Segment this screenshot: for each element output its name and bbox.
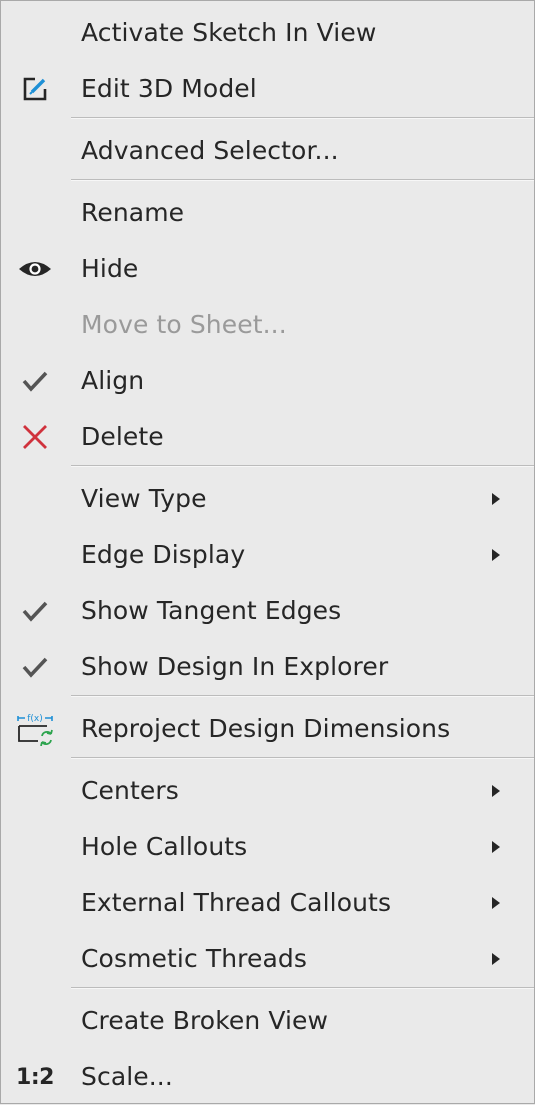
menu-item-delete[interactable]: Delete (1, 409, 534, 465)
menu-item-label: Show Design In Explorer (81, 652, 389, 681)
reproject-dimensions-icon: f(x) (13, 701, 57, 757)
menu-item-view-type[interactable]: View Type (1, 471, 534, 527)
menu-item-show-design-in-explorer[interactable]: Show Design In Explorer (1, 639, 534, 695)
checkmark-icon (13, 639, 57, 695)
submenu-arrow-icon (492, 785, 500, 797)
checkmark-icon (13, 583, 57, 639)
scale-ratio-text: 1:2 (16, 1064, 54, 1090)
menu-item-centers[interactable]: Centers (1, 763, 534, 819)
menu-item-show-tangent-edges[interactable]: Show Tangent Edges (1, 583, 534, 639)
edit-icon (13, 61, 57, 117)
menu-item-label: Edge Display (81, 540, 246, 569)
menu-item-label: Centers (81, 776, 179, 805)
menu-item-hide[interactable]: Hide (1, 241, 534, 297)
eye-icon (13, 241, 57, 297)
menu-item-label: Move to Sheet... (81, 310, 287, 339)
menu-item-edit-3d-model[interactable]: Edit 3D Model (1, 61, 534, 117)
menu-item-label: Rename (81, 198, 185, 227)
menu-item-label: Edit 3D Model (81, 74, 257, 103)
menu-item-activate-sketch-in-view[interactable]: Activate Sketch In View (1, 5, 534, 61)
submenu-arrow-icon (492, 549, 500, 561)
menu-separator (71, 465, 534, 467)
menu-item-label: View Type (81, 484, 207, 513)
menu-separator (71, 695, 534, 697)
menu-item-label: External Thread Callouts (81, 888, 392, 917)
menu-item-label: Create Broken View (81, 1006, 329, 1035)
fx-label: f(x) (27, 714, 43, 724)
menu-item-cosmetic-threads[interactable]: Cosmetic Threads (1, 931, 534, 987)
menu-item-label: Reproject Design Dimensions (81, 714, 451, 743)
menu-separator (71, 757, 534, 759)
submenu-arrow-icon (492, 493, 500, 505)
menu-item-label: Scale... (81, 1062, 173, 1091)
menu-item-hole-callouts[interactable]: Hole Callouts (1, 819, 534, 875)
menu-item-label: Align (81, 366, 145, 395)
menu-separator (71, 179, 534, 181)
submenu-arrow-icon (492, 897, 500, 909)
submenu-arrow-icon (492, 953, 500, 965)
menu-item-rename[interactable]: Rename (1, 185, 534, 241)
menu-separator (71, 987, 534, 989)
scale-icon: 1:2 (13, 1049, 57, 1105)
menu-item-label: Delete (81, 422, 164, 451)
menu-item-reproject-design-dimensions[interactable]: f(x) Reproject Design Dimensions (1, 701, 534, 757)
menu-item-label: Activate Sketch In View (81, 18, 377, 47)
x-icon (13, 409, 57, 465)
checkmark-icon (13, 353, 57, 409)
menu-item-label: Advanced Selector... (81, 136, 339, 165)
menu-item-create-broken-view[interactable]: Create Broken View (1, 993, 534, 1049)
menu-separator (71, 117, 534, 119)
context-menu: Activate Sketch In View Edit 3D Model Ad… (0, 0, 535, 1104)
menu-item-label: Hole Callouts (81, 832, 248, 861)
menu-item-label: Cosmetic Threads (81, 944, 307, 973)
menu-item-label: Show Tangent Edges (81, 596, 342, 625)
submenu-arrow-icon (492, 841, 500, 853)
menu-item-advanced-selector[interactable]: Advanced Selector... (1, 123, 534, 179)
menu-item-scale[interactable]: 1:2 Scale... (1, 1049, 534, 1105)
menu-item-align[interactable]: Align (1, 353, 534, 409)
menu-item-external-thread-callouts[interactable]: External Thread Callouts (1, 875, 534, 931)
menu-item-label: Hide (81, 254, 139, 283)
menu-item-move-to-sheet[interactable]: Move to Sheet... (1, 297, 534, 353)
menu-item-edge-display[interactable]: Edge Display (1, 527, 534, 583)
